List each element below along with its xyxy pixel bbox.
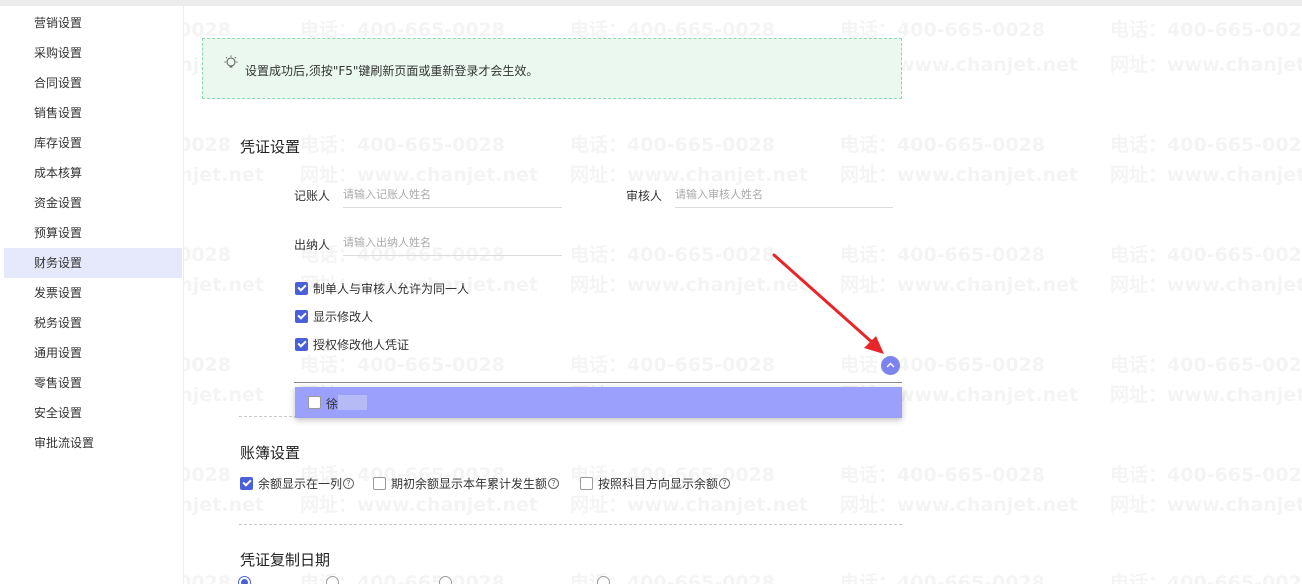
settings-notice: 设置成功后,须按"F5"键刷新页面或重新登录才会生效。 (202, 38, 902, 99)
watermark-site: 网址：www.chanjet.net (184, 490, 264, 517)
sidebar-item-invoice[interactable]: 发票设置 (4, 278, 182, 308)
option-label: 显示修改人 (313, 310, 374, 324)
watermark-phone: 电话：400-665-0028 (1110, 460, 1302, 487)
voucher-copy-date-title: 凭证复制日期 (240, 551, 331, 569)
watermark-phone: 电话：400-665-0028 (840, 350, 1045, 377)
copy-date-radio[interactable] (238, 576, 251, 584)
authorized-users-dropdown: 徐 (295, 387, 902, 418)
balance-by-account-direction-option[interactable]: 按照科目方向显示余额 ? (580, 475, 731, 492)
sidebar-item-finance[interactable]: 财务设置 (4, 248, 182, 278)
auditor-input[interactable] (675, 182, 893, 208)
settings-sidebar: 营销设置 采购设置 合同设置 销售设置 库存设置 成本核算 资金设置 预算设置 … (0, 6, 184, 584)
watermark-phone: 电话：400-665-0028 (1110, 15, 1302, 42)
opening-balance-ytd-checkbox[interactable] (373, 477, 386, 490)
option-label: 制单人与审核人允许为同一人 (313, 282, 470, 296)
sidebar-item-security[interactable]: 安全设置 (4, 398, 182, 428)
watermark-phone: 电话：400-665-0028 (300, 130, 505, 157)
watermark-site: 网址：www.chanjet.net (300, 490, 538, 517)
option-label: 期初余额显示本年累计发生额 (391, 477, 548, 491)
authorize-modify-others-option[interactable]: 授权修改他人凭证 (295, 336, 409, 353)
help-icon[interactable]: ? (548, 478, 560, 489)
option-label: 余额显示在一列 (258, 477, 343, 491)
watermark-phone: 电话：400-665-0028 (840, 130, 1045, 157)
watermark-site: 网址：www.chanjet.net (1110, 160, 1302, 187)
collapse-button[interactable] (881, 356, 900, 375)
redacted-name (338, 395, 367, 410)
sidebar-item-sales[interactable]: 销售设置 (4, 98, 182, 128)
watermark-site: 网址：www.chanjet.net (840, 270, 1078, 297)
help-icon[interactable]: ? (719, 478, 731, 489)
user-name: 徐 (326, 397, 339, 411)
notice-text: 设置成功后,须按"F5"键刷新页面或重新登录才会生效。 (245, 64, 539, 78)
watermark-phone: 电话：400-665-0028 (300, 350, 505, 377)
show-modifier-checkbox[interactable] (295, 310, 308, 323)
top-bar (0, 0, 1302, 6)
section-divider (239, 524, 902, 525)
copy-date-radio[interactable] (326, 576, 339, 584)
bookkeeper-input[interactable] (343, 182, 562, 208)
allow-same-preparer-auditor-option[interactable]: 制单人与审核人允许为同一人 (295, 280, 469, 297)
watermark-site: 网址：www.chanjet.net (184, 160, 264, 187)
show-modifier-option[interactable]: 显示修改人 (295, 308, 373, 325)
watermark-site: 网址：www.chanjet.net (184, 270, 264, 297)
balance-one-column-checkbox[interactable] (240, 477, 253, 490)
watermark-site: 网址：www.chanjet.net (1110, 270, 1302, 297)
copy-date-radio[interactable] (597, 576, 610, 584)
authorized-users-underline (294, 382, 902, 383)
chevron-up-icon (886, 362, 895, 368)
watermark-site: 网址：www.chanjet.net (570, 490, 808, 517)
cashier-input[interactable] (343, 230, 562, 256)
copy-date-radio[interactable] (439, 576, 452, 584)
user-checkbox[interactable] (308, 396, 321, 409)
sidebar-item-general[interactable]: 通用设置 (4, 338, 182, 368)
watermark-site: 网址：www.chanjet.net (1110, 490, 1302, 517)
watermark-phone: 电话：400-665-0028 (184, 240, 231, 267)
annotation-arrow-icon (772, 253, 884, 354)
watermark-site: 网址：www.chanjet.net (840, 490, 1078, 517)
sidebar-item-marketing[interactable]: 营销设置 (4, 8, 182, 38)
sidebar-item-tax[interactable]: 税务设置 (4, 308, 182, 338)
ledger-settings-title: 账簿设置 (240, 444, 301, 462)
watermark-site: 网址：www.chanjet.net (1110, 50, 1302, 77)
watermark-phone: 电话：400-665-0028 (570, 130, 775, 157)
watermark-site: 网址：www.chanjet.net (1110, 380, 1302, 407)
voucher-settings-title: 凭证设置 (240, 138, 301, 156)
watermark-phone: 电话：400-665-0028 (570, 350, 775, 377)
sidebar-item-inventory[interactable]: 库存设置 (4, 128, 182, 158)
watermark-phone: 电话：400-665-0028 (184, 130, 231, 157)
watermark-site: 网址：www.chanjet.net (570, 270, 808, 297)
copy-date-radio-group (238, 576, 615, 584)
option-label: 按照科目方向显示余额 (598, 477, 719, 491)
help-icon[interactable]: ? (343, 478, 355, 489)
watermark-phone: 电话：400-665-0028 (1110, 130, 1302, 157)
opening-balance-ytd-option[interactable]: 期初余额显示本年累计发生额 ? (373, 475, 560, 492)
option-label: 授权修改他人凭证 (313, 338, 410, 352)
sidebar-item-approval[interactable]: 审批流设置 (4, 428, 182, 458)
sidebar-item-retail[interactable]: 零售设置 (4, 368, 182, 398)
balance-by-account-direction-checkbox[interactable] (580, 477, 593, 490)
bookkeeper-label: 记账人 (294, 189, 331, 203)
watermark-phone: 电话：400-665-0028 (184, 350, 231, 377)
sidebar-item-purchase[interactable]: 采购设置 (4, 38, 182, 68)
watermark-phone: 电话：400-665-0028 (184, 568, 231, 584)
auditor-label: 审核人 (626, 189, 663, 203)
cashier-label: 出纳人 (294, 238, 331, 252)
authorize-modify-others-checkbox[interactable] (295, 338, 308, 351)
watermark-phone: 电话：400-665-0028 (184, 460, 231, 487)
sidebar-item-budget[interactable]: 预算设置 (4, 218, 182, 248)
watermark-phone: 电话：400-665-0028 (840, 460, 1045, 487)
sidebar-item-funds[interactable]: 资金设置 (4, 188, 182, 218)
balance-one-column-option[interactable]: 余额显示在一列 ? (240, 475, 355, 492)
watermark-phone: 电话：400-665-0028 (1110, 568, 1302, 584)
sidebar-item-contract[interactable]: 合同设置 (4, 68, 182, 98)
watermark-phone: 电话：400-665-0028 (570, 240, 775, 267)
watermark-phone: 电话：400-665-0028 (1110, 350, 1302, 377)
watermark-phone: 电话：400-665-0028 (840, 240, 1045, 267)
watermark-site: 网址：www.chanjet.net (184, 380, 264, 407)
watermark-phone: 电话：400-665-0028 (1110, 240, 1302, 267)
lightbulb-icon (224, 55, 238, 68)
watermark-phone: 电话：400-665-0028 (840, 568, 1045, 584)
sidebar-item-cost[interactable]: 成本核算 (4, 158, 182, 188)
allow-same-preparer-auditor-checkbox[interactable] (295, 282, 308, 295)
